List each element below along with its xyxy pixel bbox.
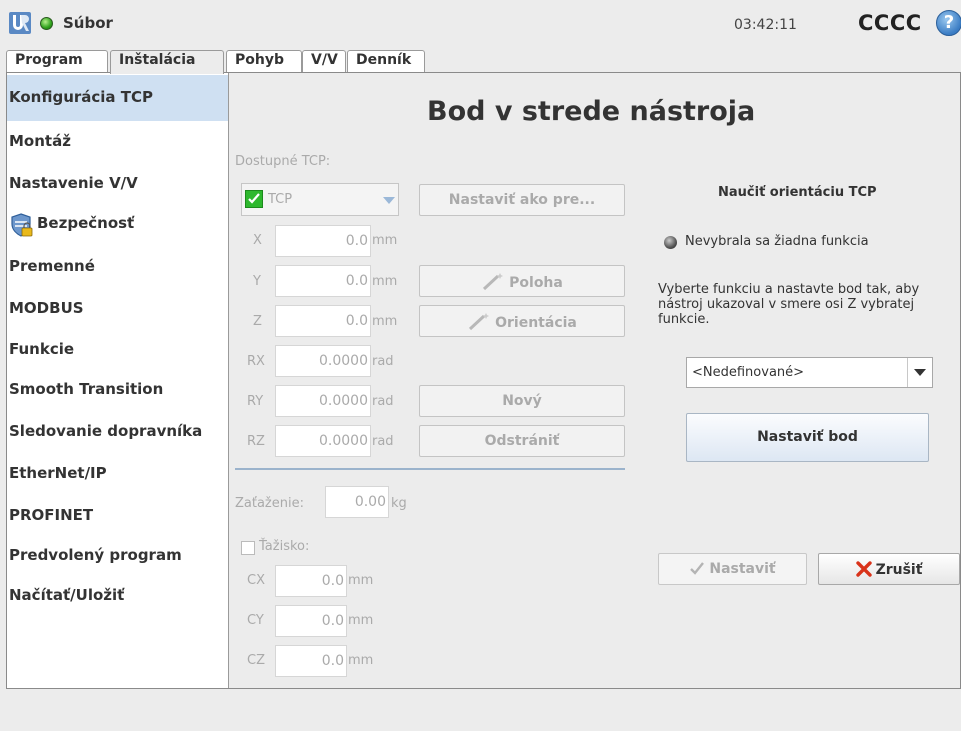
top-bar: Súbor 03:42:11 CCCC ? bbox=[0, 0, 961, 50]
tab-move[interactable]: Pohyb bbox=[226, 50, 302, 72]
y-field[interactable]: 0.0 bbox=[275, 265, 371, 297]
rz-unit: rad bbox=[372, 434, 394, 449]
chevron-down-icon bbox=[914, 369, 926, 376]
cy-unit: mm bbox=[348, 613, 374, 628]
rz-field[interactable]: 0.0000 bbox=[275, 425, 371, 457]
sidebar-item-load-save[interactable]: Načítať/Uložiť bbox=[7, 578, 228, 618]
position-button[interactable]: Poloha bbox=[419, 265, 625, 297]
set-point-button[interactable]: Nastaviť bod bbox=[686, 413, 929, 462]
shield-lock-icon bbox=[11, 213, 33, 237]
coord-label-x: X bbox=[253, 233, 262, 248]
main-frame: Konfigurácia TCP Montáž Nastavenie V/V B… bbox=[6, 72, 961, 689]
sidebar-item-modbus[interactable]: MODBUS bbox=[7, 291, 228, 331]
cog-label: Ťažisko: bbox=[259, 539, 310, 554]
robot-name: CCCC bbox=[858, 11, 922, 35]
feature-dropdown-value: <Nedefinované> bbox=[692, 365, 805, 380]
close-icon bbox=[855, 561, 872, 577]
coord-label-rz: RZ bbox=[247, 434, 265, 449]
magic-wand-icon bbox=[469, 313, 490, 331]
sidebar-item-profinet[interactable]: PROFINET bbox=[7, 498, 228, 538]
available-tcp-label: Dostupné TCP: bbox=[235, 154, 331, 169]
new-button[interactable]: Nový bbox=[419, 385, 625, 417]
sidebar-item-label: Bezpečnosť bbox=[37, 214, 135, 232]
payload-unit: kg bbox=[391, 496, 407, 511]
cx-unit: mm bbox=[348, 573, 374, 588]
sidebar-item-tcp-config[interactable]: Konfigurácia TCP bbox=[7, 75, 228, 121]
set-as-default-button[interactable]: Nastaviť ako pre... bbox=[419, 184, 625, 216]
tab-installation[interactable]: Inštalácia bbox=[110, 50, 224, 74]
ry-unit: rad bbox=[372, 394, 394, 409]
cog-label-cz: CZ bbox=[247, 653, 265, 668]
coord-label-z: Z bbox=[253, 314, 262, 329]
checkmark-icon bbox=[690, 562, 705, 575]
payload-field[interactable]: 0.00 bbox=[325, 486, 389, 518]
help-icon[interactable]: ? bbox=[936, 10, 961, 36]
cog-checkbox[interactable] bbox=[241, 541, 255, 555]
feature-status-text: Nevybrala sa žiadna funkcia bbox=[685, 234, 869, 249]
page-title: Bod v strede nástroja bbox=[427, 96, 756, 127]
section-divider bbox=[235, 468, 625, 470]
tab-io[interactable]: V/V bbox=[302, 50, 346, 72]
sidebar-item-safety[interactable]: Bezpečnosť bbox=[7, 206, 228, 246]
cz-unit: mm bbox=[348, 653, 374, 668]
feature-dropdown-button[interactable] bbox=[907, 358, 932, 387]
status-indicator-icon bbox=[664, 236, 677, 249]
sidebar-item-default-program[interactable]: Predvolený program bbox=[7, 538, 228, 578]
cog-label-cy: CY bbox=[247, 613, 264, 628]
sidebar-item-mounting[interactable]: Montáž bbox=[7, 124, 228, 164]
x-unit: mm bbox=[372, 233, 398, 248]
remove-button[interactable]: Odstrániť bbox=[419, 425, 625, 457]
sidebar-item-smooth-transition[interactable]: Smooth Transition bbox=[7, 372, 228, 412]
tab-log[interactable]: Denník bbox=[347, 50, 425, 72]
sidebar-item-ethernet-ip[interactable]: EtherNet/IP bbox=[7, 456, 228, 496]
ry-field[interactable]: 0.0000 bbox=[275, 385, 371, 417]
orientation-button[interactable]: Orientácia bbox=[419, 305, 625, 337]
sidebar-item-variables[interactable]: Premenné bbox=[7, 249, 228, 289]
coord-label-rx: RX bbox=[247, 354, 265, 369]
tcp-config-panel: Bod v strede nástroja Dostupné TCP: TCP … bbox=[229, 73, 960, 688]
z-field[interactable]: 0.0 bbox=[275, 305, 371, 337]
cy-field[interactable]: 0.0 bbox=[275, 605, 347, 637]
cx-field[interactable]: 0.0 bbox=[275, 565, 347, 597]
z-unit: mm bbox=[372, 314, 398, 329]
tab-program[interactable]: Program bbox=[6, 50, 108, 72]
position-button-label: Poloha bbox=[509, 275, 563, 291]
tcp-enabled-checkbox[interactable] bbox=[245, 190, 263, 208]
main-tabs: Program Inštalácia Pohyb V/V Denník bbox=[6, 50, 956, 74]
teach-instructions: Vyberte funkciu a nastavte bod tak, aby … bbox=[658, 282, 920, 327]
ur-logo-icon bbox=[9, 12, 31, 34]
magic-wand-icon bbox=[483, 273, 504, 291]
checkmark-icon bbox=[248, 193, 260, 204]
x-field[interactable]: 0.0 bbox=[275, 225, 371, 257]
cancel-button-label: Zrušiť bbox=[875, 562, 923, 578]
feature-dropdown[interactable]: <Nedefinované> bbox=[686, 357, 933, 388]
installation-sidebar: Konfigurácia TCP Montáž Nastavenie V/V B… bbox=[7, 73, 229, 688]
sidebar-item-io-setup[interactable]: Nastavenie V/V bbox=[7, 166, 228, 206]
payload-label: Zaťaženie: bbox=[235, 496, 304, 511]
cog-label-cx: CX bbox=[247, 573, 265, 588]
cancel-button[interactable]: Zrušiť bbox=[818, 553, 960, 585]
chevron-down-icon bbox=[383, 197, 395, 204]
power-status-icon bbox=[40, 17, 53, 30]
apply-button[interactable]: Nastaviť bbox=[658, 553, 807, 585]
orientation-button-label: Orientácia bbox=[495, 315, 577, 331]
sidebar-item-features[interactable]: Funkcie bbox=[7, 332, 228, 372]
file-menu[interactable]: Súbor bbox=[63, 14, 113, 32]
coord-label-y: Y bbox=[253, 274, 261, 289]
apply-button-label: Nastaviť bbox=[709, 561, 776, 577]
rx-field[interactable]: 0.0000 bbox=[275, 345, 371, 377]
sidebar-item-conveyor-tracking[interactable]: Sledovanie dopravníka bbox=[7, 414, 228, 454]
cz-field[interactable]: 0.0 bbox=[275, 645, 347, 677]
y-unit: mm bbox=[372, 274, 398, 289]
tcp-dropdown-value: TCP bbox=[268, 192, 293, 207]
tcp-dropdown[interactable]: TCP bbox=[241, 183, 399, 216]
coord-label-ry: RY bbox=[247, 394, 264, 409]
clock: 03:42:11 bbox=[734, 17, 797, 33]
rx-unit: rad bbox=[372, 354, 394, 369]
teach-orientation-title: Naučiť orientáciu TCP bbox=[718, 185, 877, 200]
